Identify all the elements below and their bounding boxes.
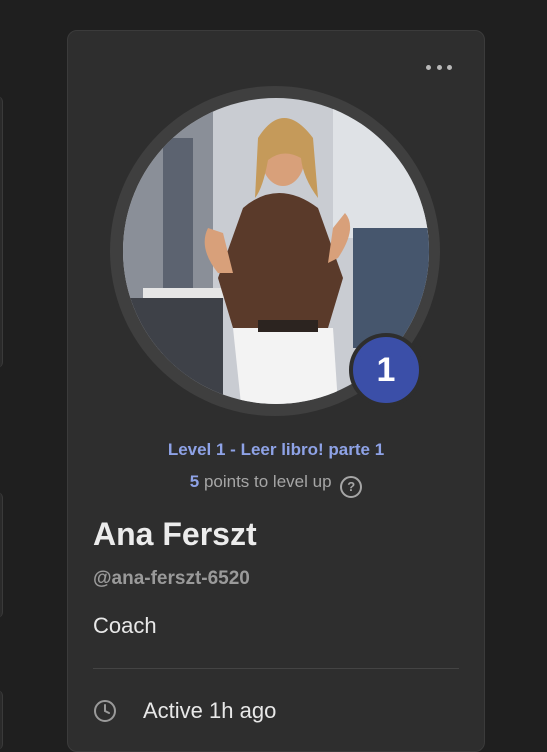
points-number: 5 xyxy=(189,472,200,491)
more-options-icon[interactable] xyxy=(426,62,452,72)
points-to-level-up: 5 points to level up ? xyxy=(68,472,484,498)
profile-bio: Coach xyxy=(93,613,157,638)
level-badge: 1 xyxy=(349,333,423,407)
level-title: Level 1 - Leer libro! parte 1 xyxy=(167,440,385,459)
help-icon[interactable]: ? xyxy=(340,475,363,498)
profile-handle: @ana-ferszt-6520 xyxy=(93,568,250,589)
adjacent-panel-edge xyxy=(0,492,3,618)
adjacent-panel-edge xyxy=(0,96,3,368)
adjacent-panel-edge xyxy=(0,690,3,750)
clock-icon xyxy=(94,700,116,722)
points-text: points to level up xyxy=(203,472,332,491)
profile-card: 1 Level 1 - Leer libro! parte 1 5 points… xyxy=(67,30,485,752)
activity-status: Active 1h ago xyxy=(93,698,276,724)
profile-name: Ana Ferszt xyxy=(93,516,257,552)
activity-text: Active 1h ago xyxy=(143,698,277,723)
divider xyxy=(93,668,459,669)
